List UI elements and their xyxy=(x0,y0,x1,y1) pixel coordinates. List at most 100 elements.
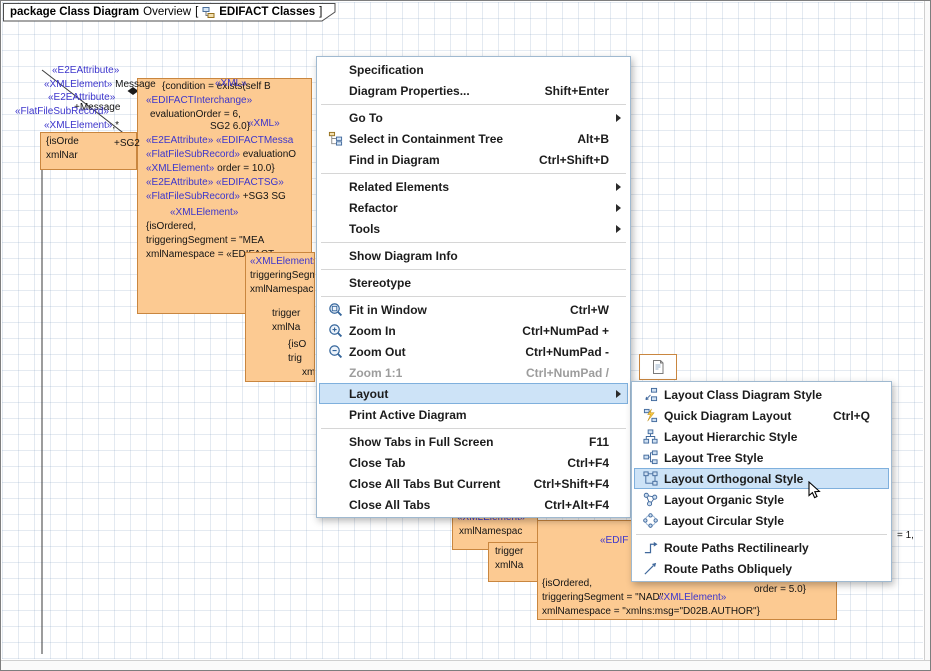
diagram-text: {isO xyxy=(288,339,306,350)
context-menu-item-select-in-containment-tree[interactable]: Select in Containment TreeAlt+B xyxy=(319,128,628,149)
context-menu-item-zoom-out[interactable]: Zoom OutCtrl+NumPad - xyxy=(319,341,628,362)
context-menu-item-close-all-tabs-but-current[interactable]: Close All Tabs But CurrentCtrl+Shift+F4 xyxy=(319,473,628,494)
menu-separator xyxy=(321,269,626,270)
diagram-text: +SG3 SG xyxy=(240,191,286,202)
blank-icon xyxy=(323,221,347,237)
diagram-text-line: «E2EAttribute» «EDIFACTSG» xyxy=(146,177,284,188)
layout-submenu-item-layout-circular-style[interactable]: Layout Circular Style xyxy=(634,510,889,531)
edge-label[interactable]: +SG2 xyxy=(114,138,154,150)
bracket-open: [ xyxy=(195,6,198,18)
diagram-text-line: xmlNamespac xyxy=(459,526,522,537)
layout-submenu-item-layout-hierarchic-style[interactable]: Layout Hierarchic Style xyxy=(634,426,889,447)
layout-submenu-item-route-paths-rectilinearly[interactable]: Route Paths Rectilinearly xyxy=(634,537,889,558)
context-menu-item-diagram-properties[interactable]: Diagram Properties...Shift+Enter xyxy=(319,80,628,101)
edge-label[interactable]: «XML» xyxy=(215,78,255,90)
edge-label[interactable]: «FlatFileSubRecord» xyxy=(15,106,137,118)
diagram-text-line: triggeringSegment = "MEA xyxy=(146,235,264,246)
layout-organic-icon xyxy=(638,492,662,508)
blank-icon xyxy=(323,434,347,450)
menu-item-label: Layout xyxy=(347,387,388,401)
edge-label[interactable]: «XML» xyxy=(248,118,288,130)
menu-item-label: Print Active Diagram xyxy=(347,408,467,422)
menu-item-shortcut: Ctrl+Shift+D xyxy=(515,153,609,167)
diagram-text: xmlNar xyxy=(46,150,78,161)
blank-icon xyxy=(323,497,347,513)
diagram-text-line: xmlNa xyxy=(272,322,300,333)
stereotype-label: «XMLElement» xyxy=(44,120,112,131)
diagram-text-line: {isOrdered, xyxy=(542,578,592,589)
diagram-text: {isOrdered, xyxy=(146,221,196,232)
context-menu-item-refactor[interactable]: Refactor xyxy=(319,197,628,218)
zoom-in-icon xyxy=(323,323,347,339)
menu-item-label: Stereotype xyxy=(347,276,411,290)
stereotype-label: «EDIFACTSG» xyxy=(213,177,284,188)
menu-item-shortcut: Ctrl+Q xyxy=(809,409,870,423)
blank-icon xyxy=(323,386,347,402)
edge-label[interactable]: = 1, xyxy=(897,530,923,542)
stereotype-label: «XMLElement» xyxy=(44,79,112,90)
menu-item-shortcut: Alt+B xyxy=(553,132,609,146)
diagram-text-line: «XML» xyxy=(215,78,247,89)
context-menu-item-tools[interactable]: Tools xyxy=(319,218,628,239)
zoom-out-icon xyxy=(323,344,347,360)
context-menu-item-show-diagram-info[interactable]: Show Diagram Info xyxy=(319,245,628,266)
context-menu-item-layout[interactable]: Layout xyxy=(319,383,628,404)
diagram-text-line: SG2 6.0} xyxy=(210,121,250,132)
menu-item-label: Route Paths Rectilinearly xyxy=(662,541,809,555)
context-menu-item-fit-in-window[interactable]: Fit in WindowCtrl+W xyxy=(319,299,628,320)
diagram-text-line: trigger xyxy=(495,546,523,557)
layout-submenu-item-layout-orthogonal-style[interactable]: Layout Orthogonal Style xyxy=(634,468,889,489)
diagram-text-line: «XMLElement» xyxy=(170,207,238,218)
vertical-scrollbar-track[interactable] xyxy=(924,1,930,660)
context-menu-item-specification[interactable]: Specification xyxy=(319,59,628,80)
diagram-text-line: trigger xyxy=(272,308,300,319)
diagram-text: {isOrde xyxy=(46,136,79,147)
layout-submenu-item-route-paths-obliquely[interactable]: Route Paths Obliquely xyxy=(634,558,889,579)
layout-submenu-item-layout-organic-style[interactable]: Layout Organic Style xyxy=(634,489,889,510)
context-menu-item-find-in-diagram[interactable]: Find in DiagramCtrl+Shift+D xyxy=(319,149,628,170)
context-menu-item-go-to[interactable]: Go To xyxy=(319,107,628,128)
diagram-text-line: «FlatFileSubRecord» xyxy=(15,106,109,117)
edge-label[interactable]: order = 5.0} xyxy=(754,584,824,596)
diagram-name: EDIFACT Classes xyxy=(219,6,315,18)
layout-submenu-item-quick-diagram-layout[interactable]: Quick Diagram LayoutCtrl+Q xyxy=(634,405,889,426)
diagram-text: triggeringSegment = "MEA xyxy=(146,235,264,246)
menu-item-label: Related Elements xyxy=(347,180,449,194)
stereotype-label: «XMLElement» xyxy=(250,256,315,267)
menu-item-label: Layout Class Diagram Style xyxy=(662,388,822,402)
stereotype-label: «EDIF xyxy=(600,535,628,546)
context-menu-item-close-all-tabs[interactable]: Close All TabsCtrl+Alt+F4 xyxy=(319,494,628,515)
diagram-text-line: = 1, xyxy=(897,530,914,541)
context-menu-item-related-elements[interactable]: Related Elements xyxy=(319,176,628,197)
layout-submenu-item-layout-class-diagram-style[interactable]: Layout Class Diagram Style xyxy=(634,384,889,405)
diagram-text: xmlNamespace = "xmlns:msg="D02B.AUTHOR"} xyxy=(542,606,760,617)
layout-submenu-item-layout-tree-style[interactable]: Layout Tree Style xyxy=(634,447,889,468)
diagram-text: SG2 6.0} xyxy=(210,121,250,132)
diagram-text: trig xyxy=(288,353,302,364)
horizontal-scrollbar-track[interactable] xyxy=(1,660,930,670)
blank-icon xyxy=(323,62,347,78)
diagram-text: order = 5.0} xyxy=(754,584,806,595)
context-menu-item-close-tab[interactable]: Close TabCtrl+F4 xyxy=(319,452,628,473)
edge-label[interactable]: «E2EAttribute» xyxy=(52,65,172,77)
edge-label[interactable]: «XMLElement» Message xyxy=(44,79,184,91)
diagram-text-line: «XMLElement» order = 10.0} xyxy=(146,163,275,174)
class-box[interactable]: «XMLElement»triggeringSegmenxmlNamespact… xyxy=(245,252,315,382)
diagram-text-line: xmlNa xyxy=(495,560,523,571)
context-menu-item-show-tabs-in-full-screen[interactable]: Show Tabs in Full ScreenF11 xyxy=(319,431,628,452)
context-menu-item-print-active-diagram[interactable]: Print Active Diagram xyxy=(319,404,628,425)
diagram-frame-header[interactable]: package Class Diagram Overview [ EDIFACT… xyxy=(3,3,336,22)
frame-header-text: package Class Diagram Overview [ EDIFACT… xyxy=(3,3,336,22)
diagram-text: trigger xyxy=(272,308,300,319)
blank-icon xyxy=(323,407,347,423)
submenu-arrow-icon xyxy=(609,225,621,233)
context-menu-item-stereotype[interactable]: Stereotype xyxy=(319,272,628,293)
context-menu-item-zoom-in[interactable]: Zoom InCtrl+NumPad + xyxy=(319,320,628,341)
class-box[interactable]: trigger xmlNa xyxy=(488,542,538,582)
diagram-text: xmlNamespac xyxy=(250,284,313,295)
edge-label[interactable]: «XMLElement»,* xyxy=(44,120,164,132)
context-menu-item-zoom-1-1[interactable]: Zoom 1:1Ctrl+NumPad / xyxy=(319,362,628,383)
stereotype-label: «FlatFileSubRecord» xyxy=(15,106,109,117)
small-diagram-element[interactable] xyxy=(639,354,677,380)
diagram-text-line: {isOrdered, xyxy=(146,221,196,232)
